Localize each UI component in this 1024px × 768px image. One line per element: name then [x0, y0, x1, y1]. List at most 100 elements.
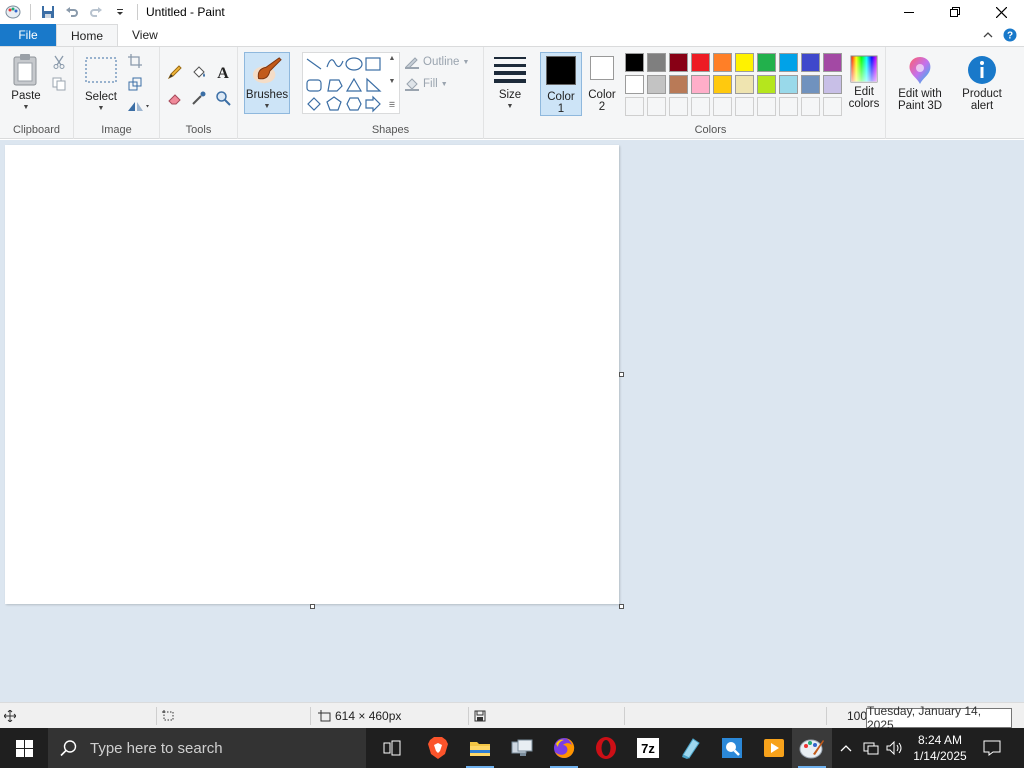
file-explorer-icon[interactable]: [460, 728, 500, 768]
drawing-canvas[interactable]: [5, 145, 619, 604]
help-icon[interactable]: ?: [1000, 25, 1020, 45]
quick-access-toolbar: [0, 0, 142, 24]
palette-color-swatch[interactable]: [757, 53, 776, 72]
palette-color-swatch[interactable]: [691, 75, 710, 94]
7zip-icon[interactable]: 7z: [628, 728, 668, 768]
shape-pentagon-icon: [326, 96, 342, 111]
shape-curve-icon: [326, 59, 344, 68]
palette-color-swatch[interactable]: [647, 53, 666, 72]
resize-icon[interactable]: [126, 75, 144, 93]
taskbar-clock[interactable]: 8:24 AM 1/14/2025: [910, 728, 970, 768]
media-player-icon[interactable]: [754, 728, 794, 768]
paint-icon[interactable]: [792, 728, 832, 768]
scroll-up-icon[interactable]: ▲: [389, 55, 396, 62]
fill-button[interactable]: Fill ▼: [404, 77, 448, 91]
pencil-icon[interactable]: [166, 63, 184, 81]
palette-color-swatch[interactable]: [779, 53, 798, 72]
redo-icon[interactable]: [85, 1, 107, 23]
start-button[interactable]: [0, 728, 48, 768]
text-icon[interactable]: A: [214, 63, 232, 81]
palette-color-swatch[interactable]: [801, 53, 820, 72]
notepad-icon[interactable]: [670, 728, 710, 768]
canvas-resize-handle-right[interactable]: [619, 372, 624, 377]
palette-color-swatch[interactable]: [713, 75, 732, 94]
product-alert-button[interactable]: Product alert: [956, 55, 1008, 112]
canvas-resize-handle-bottom[interactable]: [310, 604, 315, 609]
outline-button[interactable]: Outline ▼: [404, 55, 469, 69]
zoom-level: 100: [847, 709, 868, 723]
palette-color-swatch[interactable]: [625, 53, 644, 72]
fill-icon[interactable]: [190, 63, 208, 81]
task-view-icon[interactable]: [372, 728, 412, 768]
image-dimensions: 614 × 460px: [318, 703, 401, 729]
tab-home[interactable]: Home: [56, 24, 119, 46]
palette-color-swatch[interactable]: [757, 75, 776, 94]
custom-color-slot[interactable]: [801, 97, 820, 116]
show-hidden-icons-icon[interactable]: [836, 728, 856, 768]
palette-color-swatch[interactable]: [735, 75, 754, 94]
palette-color-swatch[interactable]: [691, 53, 710, 72]
magnifier-icon[interactable]: [214, 89, 232, 107]
custom-color-slot[interactable]: [779, 97, 798, 116]
color1-button[interactable]: Color 1: [540, 52, 582, 116]
volume-icon[interactable]: [884, 728, 906, 768]
collapse-ribbon-icon[interactable]: [978, 25, 998, 45]
tab-view[interactable]: View: [118, 24, 172, 46]
custom-color-slot[interactable]: [625, 97, 644, 116]
firefox-icon[interactable]: [544, 728, 584, 768]
customize-dropdown-icon[interactable]: [109, 1, 131, 23]
palette-color-swatch[interactable]: [779, 75, 798, 94]
palette-color-swatch[interactable]: [669, 75, 688, 94]
custom-color-slot[interactable]: [669, 97, 688, 116]
opera-icon[interactable]: [586, 728, 626, 768]
rotate-icon[interactable]: [126, 97, 152, 115]
edit-colors-button[interactable]: Edit colors: [844, 55, 884, 110]
cursor-position-icon: [4, 703, 16, 729]
minimize-button[interactable]: [886, 0, 932, 24]
copy-icon[interactable]: [50, 75, 68, 93]
cut-icon[interactable]: [50, 53, 68, 71]
custom-color-slot[interactable]: [647, 97, 666, 116]
network-app-icon[interactable]: [502, 728, 542, 768]
palette-color-swatch[interactable]: [669, 53, 688, 72]
eraser-icon[interactable]: [166, 89, 184, 107]
size-button[interactable]: Size ▼: [490, 55, 530, 113]
network-icon[interactable]: [860, 728, 882, 768]
image-group: Select ▼ Image: [74, 47, 160, 139]
palette-color-swatch[interactable]: [713, 53, 732, 72]
crop-icon[interactable]: [126, 52, 144, 70]
brushes-button[interactable]: Brushes ▼: [244, 52, 290, 114]
shapes-scroll[interactable]: ▲ ▼ ☰: [387, 55, 397, 109]
custom-color-slot[interactable]: [757, 97, 776, 116]
tab-file[interactable]: File: [0, 24, 56, 46]
color2-button[interactable]: Color 2: [584, 56, 620, 113]
taskbar-search-box[interactable]: Type here to search: [48, 728, 366, 768]
palette-color-swatch[interactable]: [801, 75, 820, 94]
paint-app-icon[interactable]: [2, 1, 24, 23]
notifications-icon[interactable]: [974, 728, 1010, 768]
save-icon[interactable]: [37, 1, 59, 23]
maximize-button[interactable]: [932, 0, 978, 24]
palette-color-swatch[interactable]: [647, 75, 666, 94]
custom-color-slot[interactable]: [713, 97, 732, 116]
magnifier-app-icon[interactable]: [712, 728, 752, 768]
shapes-group: ▲ ▼ ☰ Outline ▼ Fill ▼ Shapes: [298, 47, 484, 139]
color-picker-icon[interactable]: [190, 89, 208, 107]
custom-color-slot[interactable]: [823, 97, 842, 116]
canvas-resize-handle-corner[interactable]: [619, 604, 624, 609]
undo-icon[interactable]: [61, 1, 83, 23]
close-button[interactable]: [978, 0, 1024, 24]
palette-color-swatch[interactable]: [823, 53, 842, 72]
brave-icon[interactable]: [418, 728, 458, 768]
palette-color-swatch[interactable]: [823, 75, 842, 94]
custom-color-slot[interactable]: [691, 97, 710, 116]
palette-color-swatch[interactable]: [625, 75, 644, 94]
palette-color-swatch[interactable]: [735, 53, 754, 72]
custom-color-slot[interactable]: [735, 97, 754, 116]
gallery-expand-icon[interactable]: ☰: [389, 101, 395, 109]
clipboard-group: Paste ▼ Clipboard: [0, 47, 74, 139]
edit-with-paint3d-button[interactable]: Edit with Paint 3D: [892, 55, 948, 112]
select-button[interactable]: Select ▼: [82, 57, 120, 115]
paste-button[interactable]: Paste ▼: [6, 53, 46, 114]
scroll-down-icon[interactable]: ▼: [389, 78, 396, 85]
